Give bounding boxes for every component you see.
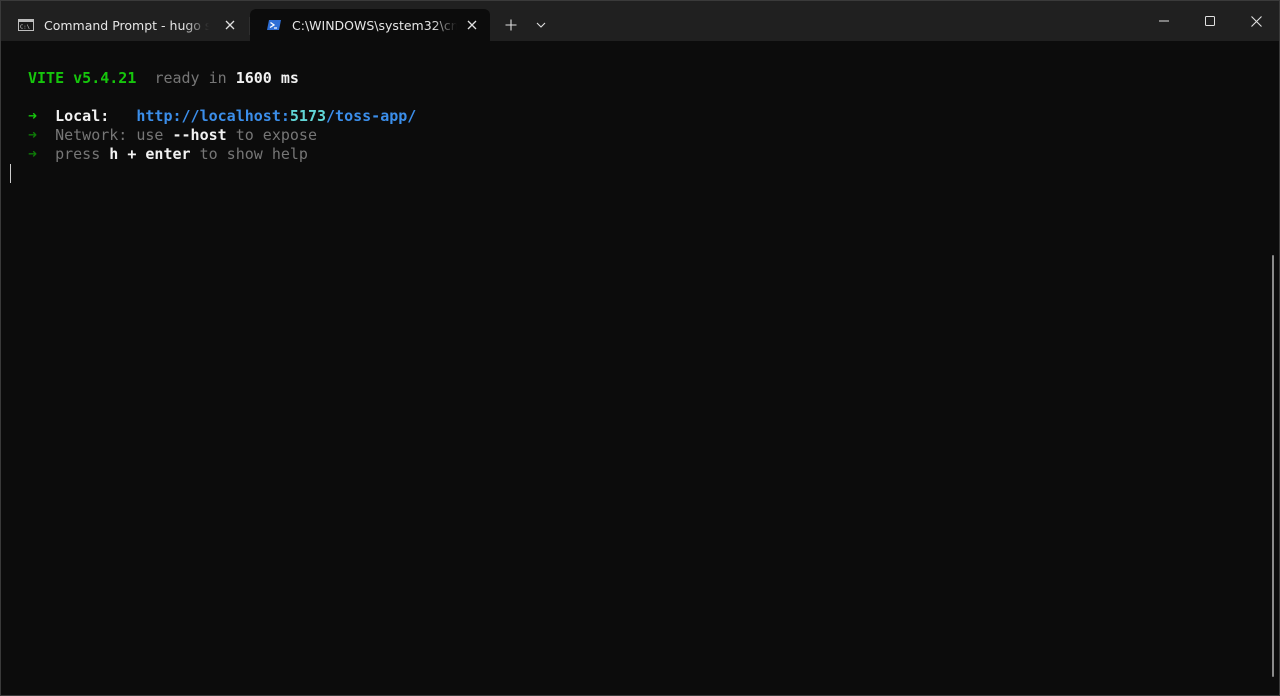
tab-close-button[interactable]	[222, 17, 238, 33]
close-icon	[1250, 15, 1262, 27]
plus-icon	[505, 19, 517, 31]
key-h: h	[109, 145, 119, 163]
network-line: ➜ Network: use --host to expose	[28, 126, 317, 145]
help-pre: press	[55, 145, 101, 163]
url-prefix: http://localhost:	[136, 107, 290, 125]
terminal-window: C:\ Command Prompt - hugo server C:\WIND…	[0, 0, 1280, 696]
network-post: to expose	[235, 126, 317, 144]
help-line: ➜ press h + enter to show help	[28, 145, 308, 164]
local-url-line: ➜ Local: http://localhost:5173/toss-app/	[28, 107, 416, 126]
scrollbar-thumb[interactable]	[1272, 255, 1274, 677]
vite-ready-line: VITE v5.4.21 ready in 1600 ms	[28, 69, 299, 88]
key-enter: enter	[145, 145, 191, 163]
ready-unit: ms	[280, 69, 299, 87]
arrow-icon: ➜	[28, 145, 38, 163]
help-post: to show help	[199, 145, 308, 163]
close-icon	[225, 20, 235, 30]
local-label: Local:	[55, 107, 110, 125]
close-icon	[467, 20, 477, 30]
network-label: Network:	[55, 126, 128, 144]
network-pre: use	[136, 126, 164, 144]
arrow-icon: ➜	[28, 107, 38, 125]
arrow-icon: ➜	[28, 126, 38, 144]
title-bar[interactable]: C:\ Command Prompt - hugo server C:\WIND…	[1, 1, 1279, 41]
svg-text:C:\: C:\	[20, 25, 30, 31]
terminal-output[interactable]: VITE v5.4.21 ready in 1600 ms ➜ Local: h…	[1, 41, 1279, 695]
tab-label: Command Prompt - hugo server	[44, 17, 209, 33]
tab-close-button[interactable]	[464, 17, 480, 33]
text-cursor	[10, 164, 11, 183]
host-flag: --host	[172, 126, 227, 144]
url-port: 5173	[289, 107, 327, 125]
close-window-button[interactable]	[1233, 1, 1279, 41]
minimize-button[interactable]	[1141, 1, 1187, 41]
tab-label: C:\WINDOWS\system32\cmd.exe	[292, 17, 457, 33]
cmd-icon: C:\	[18, 19, 34, 31]
tab-dropdown-button[interactable]	[529, 13, 553, 37]
vite-version: VITE v5.4.21	[28, 69, 137, 87]
ready-text: ready in	[154, 69, 227, 87]
minimize-icon	[1159, 20, 1169, 22]
tab-cmd-exe[interactable]: C:\WINDOWS\system32\cmd.exe	[250, 9, 490, 41]
tab-command-prompt[interactable]: C:\ Command Prompt - hugo server	[2, 9, 248, 41]
maximize-icon	[1205, 16, 1215, 26]
maximize-button[interactable]	[1187, 1, 1233, 41]
new-tab-button[interactable]	[499, 13, 523, 37]
powershell-icon	[267, 20, 281, 30]
local-url[interactable]: http://localhost:5173/toss-app/	[136, 107, 416, 125]
key-plus: +	[127, 145, 137, 163]
url-suffix: /toss-app/	[326, 107, 417, 125]
chevron-down-icon	[536, 22, 546, 28]
ready-time: 1600	[235, 69, 272, 87]
